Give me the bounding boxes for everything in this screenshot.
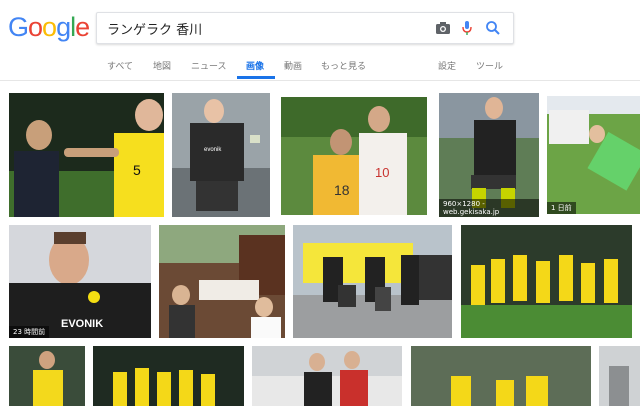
image-result[interactable] [599,346,640,406]
tab-images[interactable]: 画像 [246,59,264,72]
logo-letter: e [75,12,90,42]
image-result[interactable] [159,225,285,338]
tab-maps[interactable]: 地図 [153,59,171,72]
google-logo[interactable]: Google [8,12,90,43]
image-result[interactable] [461,225,632,338]
camera-icon[interactable] [435,20,451,36]
image-result[interactable]: 18 10 [281,97,427,215]
tab-videos[interactable]: 動画 [284,59,302,72]
jersey-number: 5 [133,162,141,178]
image-caption: 23 時間前 [9,326,50,338]
image-result[interactable] [252,346,402,406]
tab-tools[interactable]: ツール [476,59,503,72]
image-result[interactable]: 960×1280 - web.gekisaka.jp [439,93,539,217]
jersey-sponsor: evonik [204,147,222,153]
logo-letter: o [28,12,43,42]
jersey-sponsor: EVONIK [61,318,103,330]
image-result[interactable]: evonik [172,93,270,217]
search-input[interactable] [107,19,407,37]
image-caption: 1 日前 [547,202,576,214]
search-box [96,12,514,44]
jersey-number: 10 [375,165,389,180]
image-result[interactable] [293,225,452,338]
image-result[interactable] [9,346,85,406]
search-icon[interactable] [485,20,501,36]
nav-tabs: すべて 地図 ニュース 画像 動画 もっと見る 設定 ツール [0,50,640,80]
header: Google すべて 地図 ニュース 画像 動画 もっと見る 設定 ツール [0,0,640,81]
image-caption: 960×1280 - web.gekisaka.jp [439,199,539,217]
tab-more[interactable]: もっと見る [321,59,366,72]
logo-letter: g [56,12,71,42]
image-result[interactable]: 5 [9,93,164,217]
logo-letter: G [8,12,29,42]
tab-news[interactable]: ニュース [191,59,227,72]
logo-letter: o [42,12,57,42]
tab-settings[interactable]: 設定 [438,59,456,72]
mic-icon[interactable] [459,20,475,36]
image-result[interactable] [93,346,244,406]
image-result[interactable]: 1 日前 [547,96,640,214]
image-result[interactable]: EVONIK 23 時間前 [9,225,151,338]
tab-all[interactable]: すべて [107,59,133,72]
image-result[interactable] [411,346,591,406]
jersey-number: 18 [334,182,350,198]
active-tab-indicator [237,76,275,79]
